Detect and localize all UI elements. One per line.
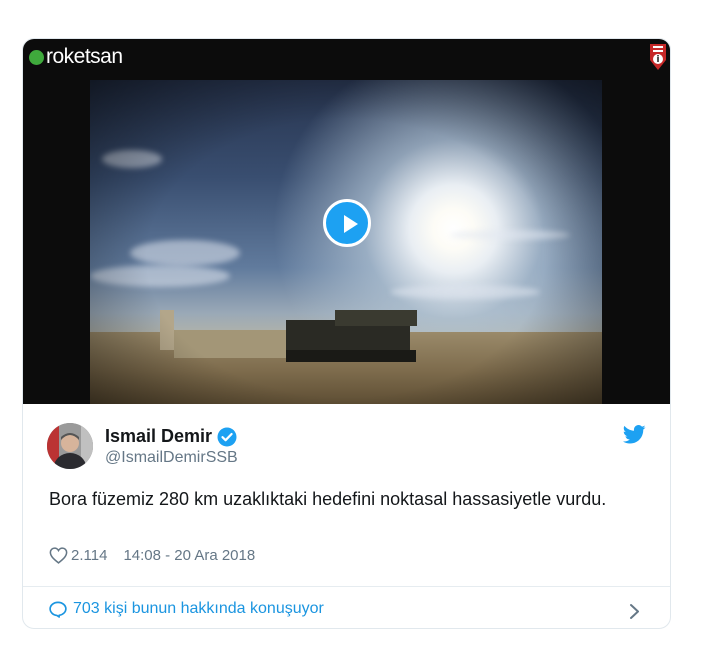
speech-bubble-icon xyxy=(49,601,67,618)
play-icon xyxy=(344,215,358,233)
play-button[interactable] xyxy=(323,199,371,247)
tweet-timestamp[interactable]: 14:08 - 20 Ara 2018 xyxy=(123,547,255,564)
twitter-bird-icon[interactable] xyxy=(623,425,646,444)
author-handle[interactable]: @IsmailDemirSSB xyxy=(105,449,238,467)
video-player[interactable]: roketsan xyxy=(23,39,670,404)
tweet-meta: 2.114 14:08 - 20 Ara 2018 xyxy=(49,547,255,564)
heart-icon[interactable] xyxy=(49,547,68,564)
conversation-link-label: 703 kişi bunun hakkında konuşuyor xyxy=(73,600,324,617)
chevron-right-icon[interactable] xyxy=(629,603,640,620)
embedded-tweet-card: roketsan Ismail Demir @IsmailDemirSSB Bo… xyxy=(22,38,671,629)
tweet-body: Ismail Demir @IsmailDemirSSB Bora füzemi… xyxy=(23,404,670,628)
roketsan-logo: roketsan xyxy=(29,45,123,69)
logo-mark-icon xyxy=(29,49,44,65)
tweet-text: Bora füzemiz 280 km uzaklıktaki hedefini… xyxy=(49,489,607,509)
info-badge-icon[interactable] xyxy=(647,42,669,72)
divider xyxy=(23,586,670,587)
author-name[interactable]: Ismail Demir xyxy=(105,426,212,447)
conversation-link[interactable]: 703 kişi bunun hakkında konuşuyor xyxy=(49,600,324,618)
author-avatar[interactable] xyxy=(47,423,93,469)
like-count[interactable]: 2.114 xyxy=(71,547,107,564)
verified-badge-icon xyxy=(217,427,237,446)
logo-text: roketsan xyxy=(46,45,123,68)
